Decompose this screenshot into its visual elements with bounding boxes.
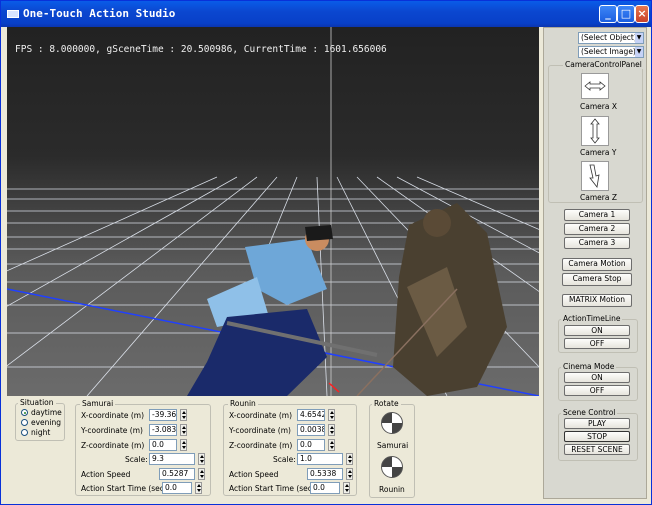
rounin-z-label: Z-coordinate (m) <box>229 441 293 450</box>
rotate-rounin-label: Rounin <box>379 485 405 494</box>
samurai-start-stepper[interactable] <box>195 482 202 494</box>
rounin-speed-stepper[interactable] <box>346 468 353 480</box>
samurai-x-label: X-coordinate (m) <box>81 411 145 420</box>
matrix-motion-button[interactable]: MATRIX Motion <box>562 294 632 307</box>
timeline-off-button[interactable]: OFF <box>564 338 630 349</box>
camera-3-button[interactable]: Camera 3 <box>564 237 630 249</box>
rounin-title: Rounin <box>228 399 258 408</box>
camera-y-label: Camera Y <box>580 148 617 157</box>
rounin-x-stepper[interactable] <box>328 409 335 421</box>
camera-y-button[interactable] <box>581 116 609 146</box>
night-radio[interactable] <box>21 429 28 436</box>
rounin-speed-input[interactable]: 0.5338 <box>307 468 343 480</box>
rotate-title: Rotate <box>372 399 401 408</box>
rounin-y-stepper[interactable] <box>328 424 335 436</box>
samurai-speed-label: Action Speed <box>81 470 131 479</box>
rounin-scale-label: Scale: <box>273 455 296 464</box>
action-timeline-title: ActionTimeLine <box>561 314 623 323</box>
arrow-diagonal-icon <box>589 164 600 188</box>
camera-z-button[interactable] <box>581 161 609 191</box>
rounin-start-label: Action Start Time (sec) <box>229 484 315 493</box>
night-label: night <box>31 428 51 437</box>
samurai-z-stepper[interactable] <box>180 439 187 451</box>
select-object-dropdown[interactable]: (Select Object) ▼ <box>578 32 644 44</box>
rounin-scale-input[interactable]: 1.0 <box>297 453 343 465</box>
cinema-off-button[interactable]: OFF <box>564 385 630 396</box>
timeline-on-button[interactable]: ON <box>564 325 630 336</box>
red-axis-line <box>328 382 340 393</box>
control-panel: (Select Object) ▼ (Select Image) ▼ Camer… <box>543 27 647 499</box>
samurai-y-label: Y-coordinate (m) <box>81 426 143 435</box>
rounin-scale-stepper[interactable] <box>346 453 353 465</box>
select-image-dropdown[interactable]: (Select Image) ▼ <box>578 46 644 58</box>
app-icon <box>7 10 19 18</box>
samurai-figure <box>187 225 378 396</box>
rounin-z-input[interactable]: 0.0 <box>297 439 325 451</box>
cinema-on-button[interactable]: ON <box>564 372 630 383</box>
samurai-scale-label: Scale: <box>125 455 148 464</box>
daytime-radio[interactable] <box>21 409 28 416</box>
cinema-mode-title: Cinema Mode <box>561 362 617 371</box>
title-bar[interactable]: One-Touch Action Studio _ □ × <box>1 1 651 27</box>
select-object-value: (Select Object) <box>581 33 637 42</box>
scene-control-title: Scene Control <box>561 408 618 417</box>
evening-radio[interactable] <box>21 419 28 426</box>
chevron-down-icon: ▼ <box>635 33 643 43</box>
camera-control-title: CameraControlPanel <box>563 60 644 69</box>
fps-readout: FPS : 8.000000, gSceneTime : 20.500986, … <box>15 44 387 55</box>
minimize-button[interactable]: _ <box>599 5 617 23</box>
reset-scene-button[interactable]: RESET SCENE <box>564 444 630 455</box>
rotate-samurai-label: Samurai <box>377 441 409 450</box>
rotate-samurai-button[interactable] <box>381 412 403 434</box>
rounin-x-input[interactable]: 4.6542 <box>297 409 325 421</box>
camera-x-label: Camera X <box>580 102 617 111</box>
samurai-speed-input[interactable]: 0.5287 <box>159 468 195 480</box>
rounin-start-input[interactable]: 0.0 <box>310 482 340 494</box>
daytime-label: daytime <box>31 408 62 417</box>
floor-grid <box>7 27 539 396</box>
app-window: One-Touch Action Studio _ □ × FPS: 8.00… <box>0 0 652 505</box>
samurai-z-label: Z-coordinate (m) <box>81 441 145 450</box>
maximize-button[interactable]: □ <box>617 5 635 23</box>
samurai-scale-input[interactable]: 9.3 <box>149 453 195 465</box>
samurai-title: Samurai <box>80 399 116 408</box>
evening-label: evening <box>31 418 62 427</box>
rounin-start-stepper[interactable] <box>343 482 350 494</box>
samurai-start-label: Action Start Time (sec) <box>81 484 167 493</box>
camera-stop-button[interactable]: Camera Stop <box>562 273 632 286</box>
camera-x-button[interactable] <box>581 73 609 99</box>
close-button[interactable]: × <box>635 5 649 23</box>
rotate-rounin-button[interactable] <box>381 456 403 478</box>
samurai-x-stepper[interactable] <box>180 409 187 421</box>
camera-z-label: Camera Z <box>580 193 617 202</box>
rounin-y-label: Y-coordinate (m) <box>229 426 291 435</box>
select-image-value: (Select Image) <box>581 47 636 56</box>
arrow-left-right-icon <box>584 81 606 91</box>
rounin-z-stepper[interactable] <box>328 439 335 451</box>
samurai-x-input[interactable]: -39.36 <box>149 409 177 421</box>
samurai-y-input[interactable]: -3.083 <box>149 424 177 436</box>
chevron-down-icon: ▼ <box>635 47 643 57</box>
window-title: One-Touch Action Studio <box>23 7 176 20</box>
samurai-scale-stepper[interactable] <box>198 453 205 465</box>
camera-1-button[interactable]: Camera 1 <box>564 209 630 221</box>
play-button[interactable]: PLAY <box>564 418 630 429</box>
arrow-up-down-icon <box>590 118 600 144</box>
situation-title: Situation <box>18 398 56 407</box>
3d-viewport[interactable]: FPS : 8.000000, gSceneTime : 20.500986, … <box>7 27 539 396</box>
samurai-start-input[interactable]: 0.0 <box>162 482 192 494</box>
rounin-x-label: X-coordinate (m) <box>229 411 293 420</box>
samurai-y-stepper[interactable] <box>180 424 187 436</box>
stop-button[interactable]: STOP <box>564 431 630 442</box>
rounin-speed-label: Action Speed <box>229 470 279 479</box>
rounin-y-input[interactable]: 0.0038 <box>297 424 325 436</box>
samurai-speed-stepper[interactable] <box>198 468 205 480</box>
samurai-z-input[interactable]: 0.0 <box>149 439 177 451</box>
camera-2-button[interactable]: Camera 2 <box>564 223 630 235</box>
camera-motion-button[interactable]: Camera Motion <box>562 258 632 271</box>
